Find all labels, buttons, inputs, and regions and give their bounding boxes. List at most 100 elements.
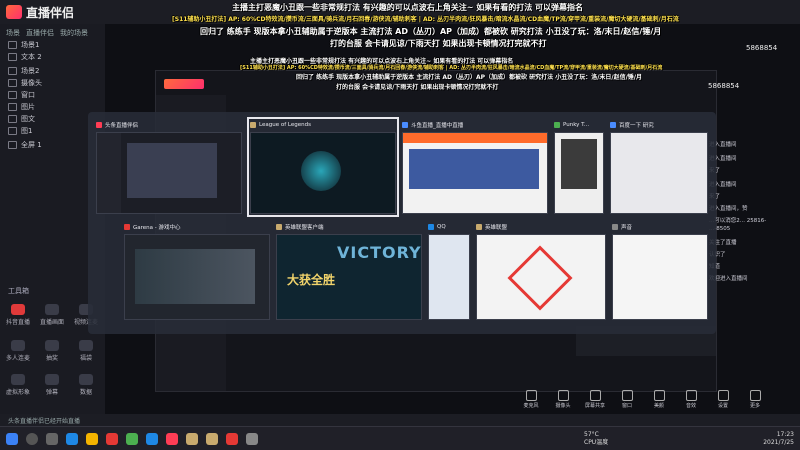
sidebar-item[interactable]: 图1 bbox=[8, 126, 32, 136]
danmaku-line-nested: 回归了 练练手 现版本拿小丑辅助属于逆版本 主流打法 AD（丛刃）AP（加成）都… bbox=[296, 74, 642, 81]
avatar-icon bbox=[11, 374, 25, 385]
sidebar-item[interactable]: 全屏 1 bbox=[8, 140, 42, 150]
tab-my-scene[interactable]: 我的场景 bbox=[60, 28, 88, 38]
clock-date[interactable]: 2021/7/25 bbox=[763, 439, 794, 447]
app-logo: 直播伴侣 bbox=[6, 3, 74, 21]
lol-logo-icon bbox=[507, 245, 573, 311]
qq-icon[interactable] bbox=[146, 433, 158, 445]
sidebar-item-label: 文本 2 bbox=[21, 53, 42, 61]
sidebar-item-label: 图片 bbox=[21, 103, 35, 111]
tool-multi-link[interactable]: 多人连麦 bbox=[4, 340, 32, 362]
sidebar-item[interactable]: 窗口 bbox=[8, 90, 35, 100]
start-icon[interactable] bbox=[6, 433, 18, 445]
bottom-toolbar: 麦克风 摄像头 屏幕共享 窗口 美颜 音效 设置 更多 bbox=[520, 390, 790, 412]
window-title: League of Legends bbox=[250, 120, 311, 130]
room-id: 5868854 bbox=[746, 44, 778, 52]
view-icon bbox=[45, 304, 59, 315]
sidebar-item-label: 场景2 bbox=[21, 67, 40, 75]
window-title: Punky T... bbox=[554, 120, 589, 130]
camera-icon bbox=[557, 390, 569, 401]
status-text: 头条直播伴侣已经开始直播 bbox=[8, 418, 81, 425]
window-title: Garena - 游戏中心 bbox=[124, 222, 181, 232]
chat-line: ...可以消您2... 25816- bbox=[709, 218, 767, 224]
switcher-window[interactable]: 英雄联盟客户端 VICTORY 大获全胜 bbox=[276, 222, 422, 320]
sidebar-item[interactable]: 摄像头 bbox=[8, 78, 42, 88]
mic-icon bbox=[525, 390, 537, 401]
beauty-button[interactable]: 美颜 bbox=[648, 390, 670, 412]
lol-client-icon[interactable] bbox=[206, 433, 218, 445]
app-icon[interactable] bbox=[106, 433, 118, 445]
switcher-window[interactable]: 英雄联盟 bbox=[476, 222, 606, 320]
chrome-icon bbox=[554, 122, 560, 128]
danmaku-line-nested: [S11辅助小丑打法] AP: 60%CD特效流/攒币流/三面具/骑兵流/月石回… bbox=[240, 65, 663, 71]
window-title: 英雄联盟客户端 bbox=[276, 222, 324, 232]
sidebar-item[interactable]: 图片 bbox=[8, 102, 35, 112]
garena-icon[interactable] bbox=[226, 433, 238, 445]
switcher-window[interactable]: Garena - 游戏中心 bbox=[124, 222, 270, 320]
tool-douyin-live[interactable]: 抖音直播 bbox=[4, 304, 32, 326]
tool-live-view[interactable]: 直播画面 bbox=[38, 304, 66, 326]
more-button[interactable]: 更多 bbox=[744, 390, 766, 412]
settings-icon bbox=[612, 224, 618, 230]
camera-icon bbox=[8, 79, 17, 87]
window-button[interactable]: 窗口 bbox=[616, 390, 638, 412]
tool-lucky-bag[interactable]: 福袋 bbox=[72, 340, 100, 362]
sidebar-item-label: 摄像头 bbox=[21, 79, 42, 87]
fullscreen-icon bbox=[8, 141, 17, 149]
sidebar-item[interactable]: 文本 2 bbox=[8, 52, 42, 62]
switcher-window[interactable]: Punky T... bbox=[554, 120, 604, 214]
task-view-icon[interactable] bbox=[46, 433, 58, 445]
window-thumbnail bbox=[554, 132, 604, 214]
window-thumbnail bbox=[124, 234, 270, 320]
browser-icon bbox=[610, 122, 616, 128]
thumb-banner bbox=[409, 149, 539, 189]
switcher-window[interactable]: 百度一下 研究 bbox=[610, 120, 708, 214]
chart-icon bbox=[79, 374, 93, 385]
window-icon bbox=[621, 390, 633, 401]
explorer-icon[interactable] bbox=[86, 433, 98, 445]
clock-time[interactable]: 17:23 bbox=[763, 431, 794, 439]
switcher-window[interactable]: 斗鱼直播_直播中直播 bbox=[402, 120, 548, 214]
system-tray: 57°C CPU温度 17:23 2021/7/25 bbox=[584, 431, 794, 447]
window-title: 斗鱼直播_直播中直播 bbox=[402, 120, 463, 130]
image-text-icon bbox=[8, 115, 17, 123]
gear-icon bbox=[717, 390, 729, 401]
screen-share-button[interactable]: 屏幕共享 bbox=[584, 390, 606, 412]
douyin-icon[interactable] bbox=[166, 433, 178, 445]
mic-button[interactable]: 麦克风 bbox=[520, 390, 542, 412]
sidebar-item[interactable]: 图文 bbox=[8, 114, 35, 124]
scene-icon bbox=[8, 67, 17, 75]
sidebar-item[interactable]: 场景2 bbox=[8, 66, 39, 76]
window-thumbnail bbox=[476, 234, 606, 320]
tool-data[interactable]: 数据 bbox=[72, 374, 100, 396]
tool-danmaku[interactable]: 弹幕 bbox=[38, 374, 66, 396]
settings-button[interactable]: 设置 bbox=[712, 390, 734, 412]
window-thumbnail bbox=[610, 132, 708, 214]
settings-icon[interactable] bbox=[246, 433, 258, 445]
cpu-temp: 57°C CPU温度 bbox=[584, 431, 609, 446]
lol-icon[interactable] bbox=[186, 433, 198, 445]
victory-badge: 大获全胜 bbox=[287, 273, 336, 287]
window-thumbnail bbox=[96, 132, 242, 214]
app-window: 直播伴侣 场景 直播伴侣 我的场景 场景1 文本 2 场景2 摄像头 窗口 图片… bbox=[0, 0, 800, 450]
switcher-window[interactable]: 声音 bbox=[612, 222, 708, 320]
tool-avatar[interactable]: 虚拟形象 bbox=[4, 374, 32, 396]
switcher-window-selected[interactable]: League of Legends bbox=[247, 117, 399, 217]
switcher-window[interactable]: QQ bbox=[428, 222, 470, 320]
tool-lottery[interactable]: 抽奖 bbox=[38, 340, 66, 362]
search-icon[interactable] bbox=[26, 433, 38, 445]
edge-icon[interactable] bbox=[66, 433, 78, 445]
windows-taskbar: 57°C CPU温度 17:23 2021/7/25 bbox=[0, 426, 800, 450]
sidebar-item[interactable]: 场景1 bbox=[8, 40, 39, 50]
bag-icon bbox=[79, 340, 93, 351]
chrome-icon[interactable] bbox=[126, 433, 138, 445]
tab-live[interactable]: 直播伴侣 bbox=[26, 28, 54, 38]
switcher-window[interactable]: 头条直播伴侣 bbox=[96, 120, 242, 214]
danmaku-line: 回归了 练练手 现版本拿小丑辅助属于逆版本 主流打法 AD（丛刃）AP（加成）都… bbox=[200, 27, 662, 36]
camera-button[interactable]: 摄像头 bbox=[552, 390, 574, 412]
sound-button[interactable]: 音效 bbox=[680, 390, 702, 412]
nested-logo-icon bbox=[164, 79, 204, 89]
tab-scene[interactable]: 场景 bbox=[6, 28, 20, 38]
thumb-content bbox=[127, 143, 217, 198]
window-thumbnail: VICTORY 大获全胜 bbox=[276, 234, 422, 320]
